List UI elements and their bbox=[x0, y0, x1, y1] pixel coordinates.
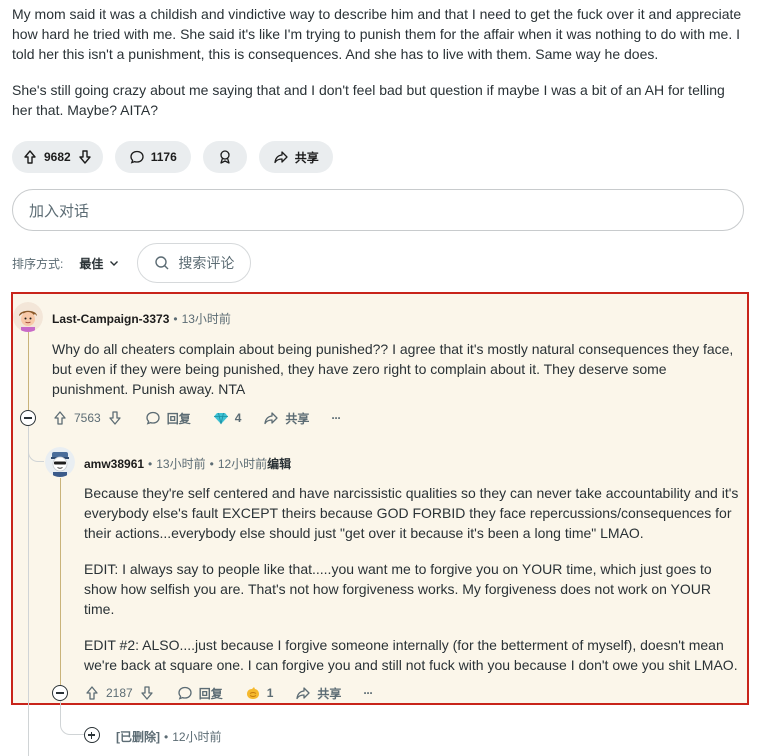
vote-count: 7563 bbox=[74, 411, 101, 425]
thread-line bbox=[60, 478, 61, 685]
vote-group: 7563 bbox=[52, 410, 123, 426]
downvote-icon[interactable] bbox=[139, 685, 155, 701]
comment-author[interactable]: amw38961 bbox=[84, 457, 144, 471]
comment-paragraph: Why do all cheaters complain about being… bbox=[52, 341, 734, 397]
share-icon bbox=[296, 687, 311, 700]
post-paragraph: She's still going crazy about me saying … bbox=[12, 82, 725, 118]
collapse-thread-button[interactable] bbox=[52, 685, 68, 701]
comment-body: Why do all cheaters complain about being… bbox=[52, 339, 736, 415]
add-comment-placeholder: 加入对话 bbox=[29, 202, 90, 220]
vote-count: 9682 bbox=[44, 150, 71, 164]
comment-author[interactable]: Last-Campaign-3373 bbox=[52, 312, 169, 326]
expand-thread-button[interactable] bbox=[84, 727, 100, 743]
share-icon bbox=[274, 151, 288, 164]
award-count: 1 bbox=[266, 686, 274, 700]
vote-count: 2187 bbox=[106, 686, 133, 700]
avatar[interactable] bbox=[13, 302, 43, 332]
comment-time[interactable]: 13小时前 bbox=[182, 310, 231, 327]
more-options-button[interactable]: ··· bbox=[331, 411, 341, 425]
chevron-down-icon bbox=[110, 261, 119, 266]
comment-icon bbox=[130, 150, 144, 164]
comment-paragraph: EDIT #2: ALSO....just because I forgive … bbox=[84, 637, 738, 673]
vote-group: 2187 bbox=[84, 685, 155, 701]
comment-paragraph: Because they're self centered and have n… bbox=[84, 485, 739, 541]
share-button[interactable]: 共享 bbox=[263, 410, 309, 427]
comment-action-bar: 7563 回复 4 共享 ··· bbox=[52, 410, 362, 426]
add-comment-input[interactable]: 加入对话 bbox=[12, 189, 744, 231]
comment-meta: amw38961 • 13小时前 • 12小时前 编辑 bbox=[84, 455, 291, 472]
comment-body: Because they're self centered and have n… bbox=[84, 483, 740, 691]
upvote-icon[interactable] bbox=[52, 410, 68, 426]
comment-icon bbox=[146, 411, 160, 425]
comment-meta: Last-Campaign-3373 • 13小时前 bbox=[52, 310, 231, 327]
comment-icon bbox=[178, 686, 192, 700]
share-label: 共享 bbox=[285, 411, 310, 426]
post-body: My mom said it was a childish and vindic… bbox=[12, 4, 748, 136]
post-paragraph: My mom said it was a childish and vindic… bbox=[12, 6, 742, 62]
thread-line bbox=[28, 426, 29, 756]
sort-value: 最佳 bbox=[79, 256, 104, 271]
thread-line bbox=[28, 332, 29, 410]
edited-info: 12小时前 编辑 bbox=[218, 455, 291, 472]
search-icon bbox=[155, 256, 169, 270]
award-button[interactable] bbox=[202, 141, 247, 173]
sort-dropdown[interactable]: 最佳 bbox=[79, 255, 119, 272]
diamond-award-icon bbox=[213, 412, 228, 425]
award-icon bbox=[220, 150, 230, 164]
avatar[interactable] bbox=[45, 447, 75, 477]
sort-label: 排序方式: bbox=[12, 256, 64, 271]
downvote-icon[interactable] bbox=[107, 410, 123, 426]
more-options-button[interactable]: ··· bbox=[363, 686, 373, 700]
meta-separator: • bbox=[148, 456, 153, 471]
comment-author: [已删除] bbox=[116, 730, 160, 744]
comment-action-bar: 2187 回复 1 共享 ··· bbox=[84, 685, 394, 701]
search-comments-button[interactable]: 搜索评论 bbox=[137, 243, 252, 283]
meta-separator: • bbox=[164, 729, 169, 744]
post-action-bar: 9682 1176 共享 bbox=[12, 141, 333, 173]
award-button[interactable]: 4 bbox=[213, 410, 242, 426]
search-comments-label: 搜索评论 bbox=[178, 255, 235, 271]
upvote-icon[interactable] bbox=[84, 685, 100, 701]
vote-pill: 9682 bbox=[12, 141, 103, 173]
reply-label: 回复 bbox=[198, 686, 223, 701]
collapse-thread-button[interactable] bbox=[20, 410, 36, 426]
edited-label: 编辑 bbox=[267, 457, 292, 471]
share-button[interactable]: 共享 bbox=[295, 685, 341, 702]
comment-paragraph: EDIT: I always say to people like that..… bbox=[84, 561, 712, 617]
edited-time: 12小时前 bbox=[217, 457, 268, 471]
helpful-award-icon bbox=[246, 687, 259, 699]
downvote-icon[interactable] bbox=[77, 149, 93, 165]
share-icon bbox=[264, 412, 279, 425]
comments-button[interactable]: 1176 bbox=[114, 141, 191, 173]
comment-time[interactable]: 13小时前 bbox=[156, 455, 205, 472]
meta-separator: • bbox=[209, 456, 214, 471]
award-count: 4 bbox=[234, 411, 242, 425]
reply-button[interactable]: 回复 bbox=[177, 685, 223, 702]
reply-label: 回复 bbox=[166, 411, 191, 426]
reply-button[interactable]: 回复 bbox=[145, 410, 191, 427]
upvote-icon[interactable] bbox=[22, 149, 38, 165]
share-label: 共享 bbox=[317, 686, 342, 701]
share-label: 共享 bbox=[294, 150, 319, 165]
comment-count: 1176 bbox=[150, 150, 177, 164]
share-button[interactable]: 共享 bbox=[258, 141, 333, 173]
thread-elbow bbox=[28, 440, 44, 462]
award-button[interactable]: 1 bbox=[245, 685, 274, 701]
sort-row: 排序方式: 最佳 搜索评论 bbox=[12, 243, 252, 283]
thread-elbow bbox=[60, 714, 84, 735]
meta-separator: • bbox=[173, 311, 178, 326]
comment-meta: [已删除] • 12小时前 bbox=[116, 728, 222, 745]
comment-time[interactable]: 12小时前 bbox=[172, 728, 221, 745]
